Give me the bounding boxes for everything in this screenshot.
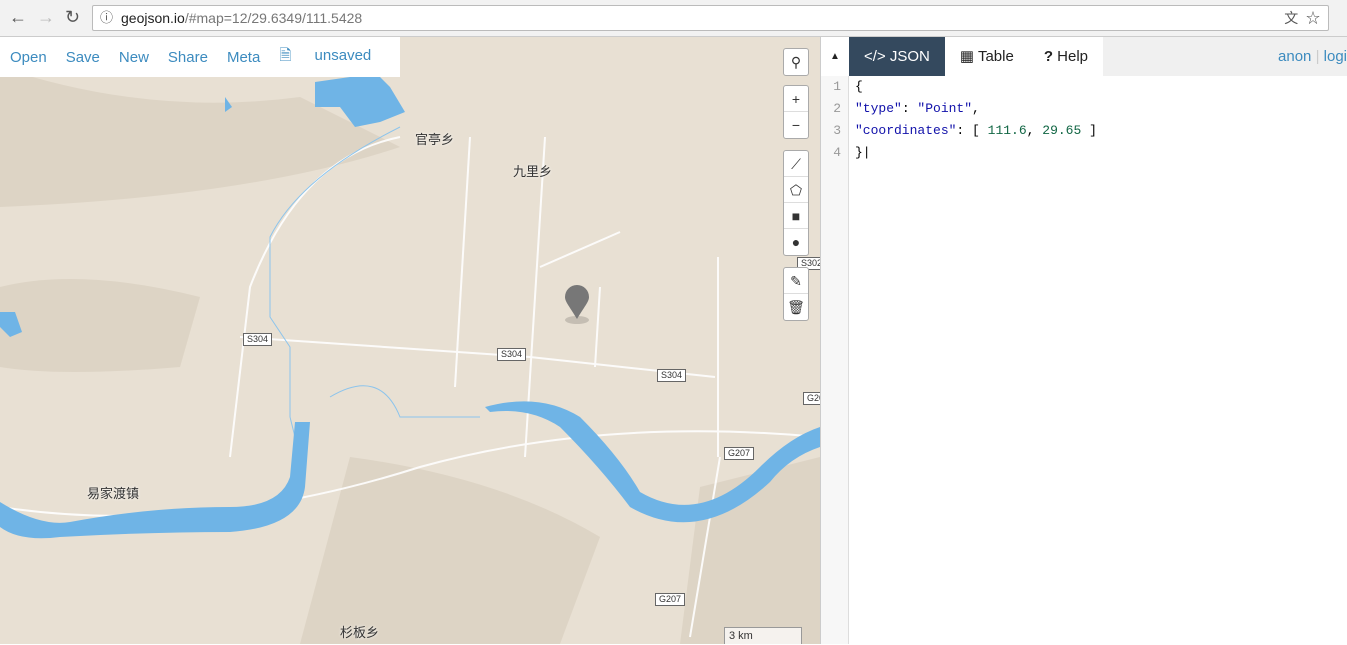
- edit-toolbar: ✎ 🗑: [783, 267, 809, 321]
- file-icon: 🗎: [279, 46, 292, 64]
- tab-json[interactable]: </> JSON: [849, 37, 945, 76]
- tab-table[interactable]: ▦ Table: [944, 37, 1029, 76]
- trash-icon[interactable]: 🗑: [784, 294, 808, 320]
- road-shield: S304: [497, 348, 527, 361]
- search-control: ⚲: [783, 48, 809, 76]
- place-label: 杉板乡: [340, 625, 380, 640]
- forward-icon[interactable]: →: [37, 7, 55, 28]
- draw-polygon-icon[interactable]: ⬠: [784, 177, 808, 203]
- edit-icon[interactable]: ✎: [784, 268, 808, 294]
- open-button[interactable]: Open: [10, 49, 47, 66]
- zoom-control: + −: [783, 85, 809, 139]
- road-shield: G207: [655, 593, 686, 606]
- collapse-icon[interactable]: ▲: [821, 37, 849, 76]
- info-icon: ⓘ: [100, 10, 114, 25]
- file-menu: Open Save New Share Meta 🗎 unsaved: [0, 37, 401, 77]
- search-icon[interactable]: ⚲: [784, 49, 808, 75]
- login-link[interactable]: logi: [1324, 48, 1347, 65]
- new-button[interactable]: New: [119, 49, 149, 66]
- road-shield: G20: [803, 392, 820, 405]
- road-shield: G207: [724, 447, 755, 460]
- reload-icon[interactable]: ↻: [65, 7, 80, 28]
- address-bar[interactable]: ⓘ geojson.io/#map=12/29.6349/111.5428 文 …: [92, 5, 1329, 31]
- zoom-in-button[interactable]: +: [784, 86, 808, 112]
- meta-button[interactable]: Meta: [227, 49, 260, 66]
- map[interactable]: 官亭乡 九里乡 易家渡镇 杉板乡 S304 S304 S304 S302 G20…: [0, 37, 820, 644]
- point-marker[interactable]: [565, 285, 589, 324]
- draw-rectangle-icon[interactable]: ■: [784, 203, 808, 229]
- save-button[interactable]: Save: [66, 49, 100, 66]
- tab-bar: ▲ </> JSON ▦ Table ? Help anon | logi: [821, 37, 1347, 76]
- scale-bar: 3 km: [724, 627, 802, 644]
- file-status: 🗎 unsaved: [279, 46, 372, 64]
- star-icon[interactable]: ☆: [1306, 10, 1320, 26]
- road-shield: S304: [657, 369, 687, 382]
- draw-marker-icon[interactable]: ●: [784, 229, 808, 255]
- place-label: 九里乡: [513, 164, 553, 179]
- zoom-out-button[interactable]: −: [784, 112, 808, 138]
- place-label: 易家渡镇: [87, 486, 140, 501]
- place-label: 官亭乡: [415, 132, 455, 147]
- tab-help[interactable]: ? Help: [1028, 37, 1104, 76]
- table-icon: ▦: [959, 48, 975, 65]
- json-editor[interactable]: 1{ 2 "type": "Point", 3 "coordinates": [ 1…: [821, 76, 1347, 644]
- map-tiles: [0, 57, 820, 644]
- share-button[interactable]: Share: [168, 49, 208, 66]
- side-panel: ▲ </> JSON ▦ Table ? Help anon | logi 1{…: [820, 37, 1347, 644]
- back-icon[interactable]: ←: [9, 7, 27, 28]
- translate-icon[interactable]: 文: [1284, 10, 1298, 26]
- draw-line-icon[interactable]: ⟋: [784, 151, 808, 177]
- user-link[interactable]: anon: [1278, 48, 1311, 65]
- draw-toolbar: ⟋ ⬠ ■ ●: [783, 150, 809, 256]
- road-shield: S304: [243, 333, 273, 346]
- browser-chrome: ← → ↻ ⓘ geojson.io/#map=12/29.6349/111.5…: [0, 0, 1347, 37]
